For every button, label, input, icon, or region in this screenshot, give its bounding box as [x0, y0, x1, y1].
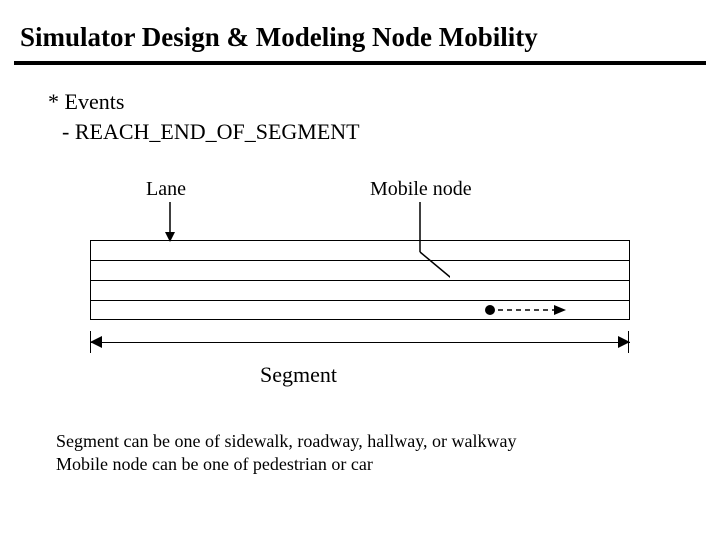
- motion-arrow-icon: [498, 304, 568, 316]
- footer-line-1: Segment can be one of sidewalk, roadway,…: [56, 430, 517, 453]
- lane-label: Lane: [146, 178, 186, 201]
- arrow-right-icon: [616, 335, 630, 349]
- arrow-left-icon: [90, 335, 104, 349]
- segment-diagram: Lane Mobile node Segment: [90, 178, 630, 398]
- bullet-reach-end: - REACH_END_OF_SEGMENT: [48, 117, 700, 147]
- segment-label: Segment: [260, 362, 337, 388]
- bullet-events: * Events: [48, 87, 700, 117]
- page-title: Simulator Design & Modeling Node Mobilit…: [0, 0, 720, 61]
- mobile-node-label: Mobile node: [370, 178, 472, 201]
- footer-line-2: Mobile node can be one of pedestrian or …: [56, 453, 517, 476]
- footer-notes: Segment can be one of sidewalk, roadway,…: [56, 430, 517, 477]
- arrow-down-icon: [160, 202, 180, 242]
- bullet-list: * Events - REACH_END_OF_SEGMENT: [0, 65, 720, 146]
- lane-divider: [91, 300, 629, 301]
- segment-extent-line: [90, 342, 630, 343]
- lane-divider: [91, 260, 629, 261]
- mobile-node-dot: [485, 305, 495, 315]
- lane-divider: [91, 280, 629, 281]
